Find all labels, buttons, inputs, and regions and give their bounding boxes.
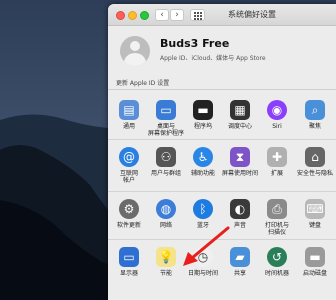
update-apple-id-label[interactable]: 更新 Apple ID 设置 xyxy=(116,78,169,87)
pref-pane-item[interactable]: ▤ 通用 xyxy=(110,100,148,130)
globe-icon: ◍ xyxy=(156,199,176,219)
pref-pane-item[interactable]: ▭ 桌面与 屏幕保护程序 xyxy=(147,100,185,137)
speaker-icon: ◐ xyxy=(230,199,250,219)
disk-icon: ▬ xyxy=(305,247,325,267)
minimize-button[interactable] xyxy=(128,11,137,20)
search-icon: ⌕ xyxy=(305,100,325,120)
pref-pane-item[interactable]: ▬ 程序坞 xyxy=(184,100,222,130)
pref-pane-item[interactable]: ▰ 共享 xyxy=(221,247,259,277)
row-divider xyxy=(108,139,336,140)
pref-pane-label: 日期与时间 xyxy=(187,270,218,277)
apple-id-banner[interactable]: Buds3 Free Apple ID、iCloud、媒体与 App Store… xyxy=(108,26,336,90)
row-divider xyxy=(108,239,336,240)
siri-icon: ◉ xyxy=(267,100,287,120)
pref-pane-label: 时间机器 xyxy=(264,270,289,277)
lightbulb-icon: 💡 xyxy=(156,247,176,267)
pref-pane-item[interactable]: ◐ 声音 xyxy=(221,199,259,229)
pref-pane-label: 桌面与 屏幕保护程序 xyxy=(147,123,184,137)
pref-pane-item[interactable]: ▭ 显示器 xyxy=(110,247,148,277)
at-icon: @ xyxy=(119,147,139,167)
pref-pane-item[interactable]: ⚙ 软件更新 xyxy=(110,199,148,229)
pref-pane-item[interactable]: ⎙ 打印机与 扫描仪 xyxy=(258,199,296,236)
pref-pane-label: 程序坞 xyxy=(193,123,212,130)
pref-pane-label: 网络 xyxy=(159,222,172,229)
account-name: Buds3 Free xyxy=(160,37,230,50)
pref-pane-item[interactable]: ✚ 扩展 xyxy=(258,147,296,177)
pref-pane-label: Siri xyxy=(272,123,282,130)
desktop-icon: ▭ xyxy=(156,100,176,120)
accessibility-icon: ♿ xyxy=(193,147,213,167)
pref-pane-label: 辅助功能 xyxy=(190,170,215,177)
window-title: 系统偏好设置 xyxy=(228,10,276,19)
show-all-grid-icon[interactable] xyxy=(190,9,205,21)
pref-pane-item[interactable]: ◉ Siri xyxy=(258,100,296,130)
pref-pane-label: 蓝牙 xyxy=(196,222,209,229)
pref-pane-item[interactable]: ◍ 网络 xyxy=(147,199,185,229)
pref-pane-label: 通用 xyxy=(122,123,135,130)
pref-pane-item[interactable]: ⌂ 安全性与隐私 xyxy=(296,147,334,177)
users-icon: ⚇ xyxy=(156,147,176,167)
pref-pane-label: 共享 xyxy=(233,270,246,277)
pref-pane-label: 启动磁盘 xyxy=(302,270,327,277)
pref-pane-label: 声音 xyxy=(233,222,246,229)
bluetooth-icon: ᛒ xyxy=(193,199,213,219)
pref-pane-item[interactable]: ⚇ 用户与群组 xyxy=(147,147,185,177)
pref-pane-label: 软件更新 xyxy=(116,222,141,229)
pref-pane-item[interactable]: @ 互联网 帐户 xyxy=(110,147,148,184)
puzzle-icon: ✚ xyxy=(267,147,287,167)
file-icon: ▤ xyxy=(119,100,139,120)
title-bar: ‹ › 系统偏好设置 xyxy=(108,4,336,26)
printer-icon: ⎙ xyxy=(267,199,287,219)
system-preferences-window: ‹ › 系统偏好设置 Buds3 Free Apple ID、iCloud、媒体… xyxy=(108,4,336,300)
pref-pane-label: 打印机与 扫描仪 xyxy=(264,222,289,236)
forward-button[interactable]: › xyxy=(170,9,184,21)
pref-pane-item[interactable]: ⌨ 键盘 xyxy=(296,199,334,229)
keyboard-icon: ⌨ xyxy=(305,199,325,219)
pref-pane-item[interactable]: 💡 节能 xyxy=(147,247,185,277)
gear-icon: ⚙ xyxy=(119,199,139,219)
time-machine-icon: ↺ xyxy=(267,247,287,267)
pref-pane-label: 节能 xyxy=(159,270,172,277)
pref-pane-label: 调度中心 xyxy=(227,123,252,130)
pref-pane-item[interactable]: ▦ 调度中心 xyxy=(221,100,259,130)
avatar[interactable] xyxy=(120,36,150,66)
row-divider xyxy=(108,191,336,192)
pref-pane-label: 键盘 xyxy=(308,222,321,229)
pref-pane-item[interactable]: ↺ 时间机器 xyxy=(258,247,296,277)
account-subtitle: Apple ID、iCloud、媒体与 App Store xyxy=(160,55,266,62)
pref-pane-item[interactable]: ᛒ 蓝牙 xyxy=(184,199,222,229)
pref-pane-item[interactable]: ◷ 日期与时间 xyxy=(184,247,222,277)
zoom-button[interactable] xyxy=(140,11,149,20)
hourglass-icon: ⧗ xyxy=(230,147,250,167)
pref-pane-label: 安全性与隐私 xyxy=(296,170,333,177)
pref-pane-item[interactable]: ▬ 启动磁盘 xyxy=(296,247,334,277)
folder-icon: ▰ xyxy=(230,247,250,267)
mission-control-icon: ▦ xyxy=(230,100,250,120)
house-icon: ⌂ xyxy=(305,147,325,167)
pref-pane-label: 显示器 xyxy=(119,270,138,277)
pref-pane-item[interactable]: ⌕ 聚焦 xyxy=(296,100,334,130)
back-button[interactable]: ‹ xyxy=(155,9,169,21)
close-button[interactable] xyxy=(116,11,125,20)
pref-pane-label: 扩展 xyxy=(270,170,283,177)
pref-pane-label: 屏幕使用时间 xyxy=(221,170,258,177)
pref-pane-label: 互联网 帐户 xyxy=(119,170,138,184)
pref-pane-label: 用户与群组 xyxy=(150,170,181,177)
display-icon: ▭ xyxy=(119,247,139,267)
pref-pane-item[interactable]: ♿ 辅助功能 xyxy=(184,147,222,177)
pref-pane-item[interactable]: ⧗ 屏幕使用时间 xyxy=(221,147,259,177)
divider xyxy=(108,89,336,90)
pref-pane-label: 聚焦 xyxy=(308,123,321,130)
clock-icon: ◷ xyxy=(193,247,213,267)
dock-icon: ▬ xyxy=(193,100,213,120)
